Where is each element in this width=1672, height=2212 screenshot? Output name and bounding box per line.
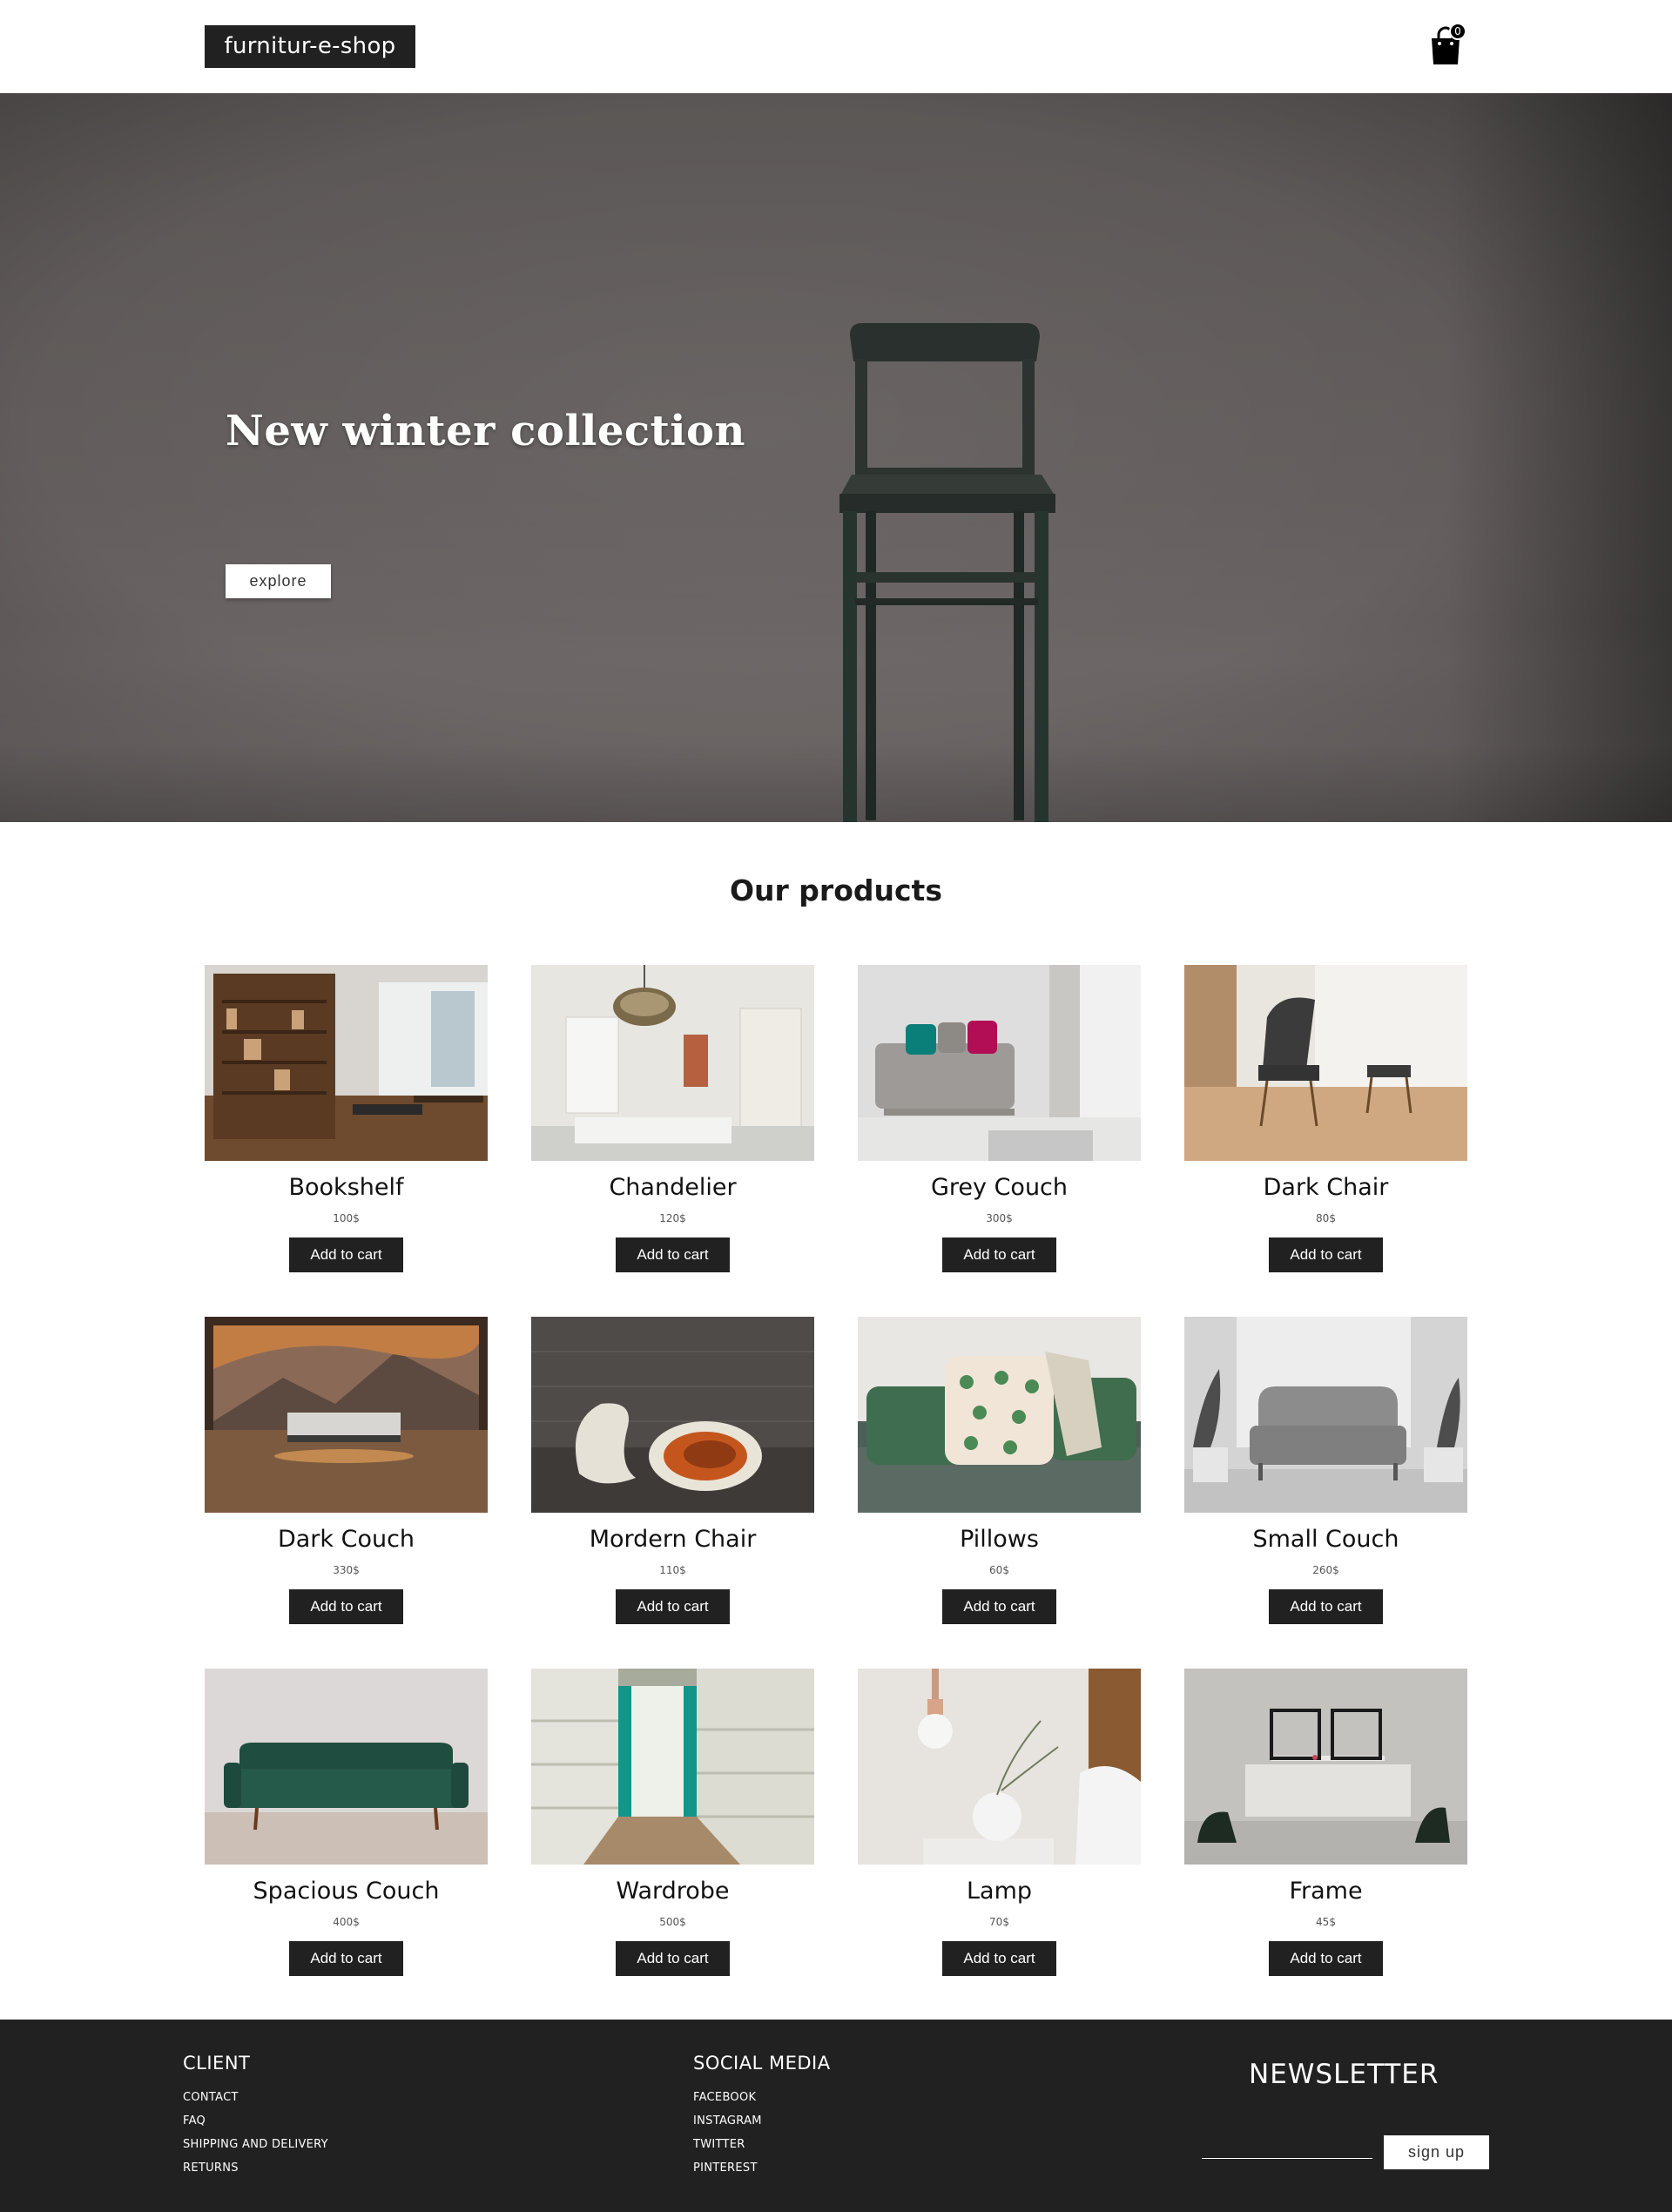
product-name: Grey Couch: [930, 1174, 1069, 1201]
product-card: Mordern Chair 110$ Add to cart: [531, 1317, 814, 1648]
product-name: Chandelier: [609, 1174, 737, 1201]
product-name: Bookshelf: [288, 1174, 404, 1201]
product-card: Chandelier 120$ Add to cart: [531, 965, 814, 1296]
product-price: 400$: [333, 1916, 360, 1928]
cart-button[interactable]: 0: [1428, 23, 1468, 66]
add-to-cart-button[interactable]: Add to cart: [616, 1589, 730, 1624]
footer-social-column: SOCIAL MEDIA FACEBOOK INSTAGRAM TWITTER …: [693, 2053, 831, 2180]
product-image-dark-couch[interactable]: [205, 1317, 488, 1513]
product-card: Pillows 60$ Add to cart: [858, 1317, 1141, 1648]
hero-chair-image: [839, 323, 1055, 822]
product-price: 260$: [1312, 1564, 1339, 1576]
product-grid: Bookshelf 100$ Add to cart Chandelier 12…: [205, 965, 1467, 1984]
product-card: Spacious Couch 400$ Add to cart: [205, 1669, 488, 2000]
footer-link-facebook[interactable]: FACEBOOK: [693, 2086, 831, 2109]
product-name: Wardrobe: [616, 1878, 730, 1905]
product-image-frame[interactable]: [1184, 1669, 1467, 1865]
footer-link-faq[interactable]: FAQ: [183, 2109, 328, 2133]
footer-link-shipping[interactable]: SHIPPING AND DELIVERY: [183, 2133, 328, 2156]
product-card: Frame 45$ Add to cart: [1184, 1669, 1467, 2000]
product-image-small-couch[interactable]: [1184, 1317, 1467, 1513]
product-price: 120$: [659, 1212, 686, 1224]
footer-social-heading: SOCIAL MEDIA: [693, 2053, 831, 2074]
product-price: 100$: [333, 1212, 360, 1224]
footer-link-contact[interactable]: CONTACT: [183, 2086, 328, 2109]
product-image-pillows[interactable]: [858, 1317, 1141, 1513]
product-name: Dark Couch: [277, 1526, 415, 1553]
add-to-cart-button[interactable]: Add to cart: [289, 1589, 403, 1624]
product-image-mordern-chair[interactable]: [531, 1317, 814, 1513]
site-header: furnitur-e-shop 0: [0, 0, 1672, 93]
add-to-cart-button[interactable]: Add to cart: [616, 1238, 730, 1272]
footer-link-pinterest[interactable]: PINTEREST: [693, 2156, 831, 2180]
product-name: Spacious Couch: [253, 1878, 440, 1905]
add-to-cart-button[interactable]: Add to cart: [289, 1238, 403, 1272]
cart-count-badge: 0: [1449, 23, 1466, 40]
product-name: Pillows: [960, 1526, 1039, 1553]
add-to-cart-button[interactable]: Add to cart: [616, 1941, 730, 1976]
product-price: 60$: [989, 1564, 1009, 1576]
product-card: Grey Couch 300$ Add to cart: [858, 965, 1141, 1296]
footer-client-heading: CLIENT: [183, 2053, 251, 2074]
explore-button[interactable]: explore: [226, 564, 331, 598]
footer-link-twitter[interactable]: TWITTER: [693, 2133, 831, 2156]
product-card: Small Couch 260$ Add to cart: [1184, 1317, 1467, 1648]
product-price: 70$: [989, 1916, 1009, 1928]
newsletter-email-input[interactable]: [1202, 2133, 1372, 2159]
hero-banner: New winter collection explore: [0, 93, 1672, 822]
footer-client-column: CLIENT CONTACT FAQ SHIPPING AND DELIVERY…: [183, 2053, 328, 2180]
product-name: Frame: [1289, 1878, 1363, 1905]
add-to-cart-button[interactable]: Add to cart: [942, 1941, 1056, 1976]
product-image-lamp[interactable]: [858, 1669, 1141, 1865]
product-name: Lamp: [966, 1878, 1033, 1905]
add-to-cart-button[interactable]: Add to cart: [1269, 1941, 1383, 1976]
newsletter-signup-button[interactable]: sign up: [1384, 2135, 1489, 2169]
add-to-cart-button[interactable]: Add to cart: [1269, 1589, 1383, 1624]
add-to-cart-button[interactable]: Add to cart: [942, 1238, 1056, 1272]
product-image-bookshelf[interactable]: [205, 965, 488, 1161]
product-image-wardrobe[interactable]: [531, 1669, 814, 1865]
newsletter-heading: NEWSLETTER: [1249, 2059, 1439, 2090]
hero-title: New winter collection: [226, 407, 745, 455]
product-image-spacious-couch[interactable]: [205, 1669, 488, 1865]
footer-link-instagram[interactable]: INSTAGRAM: [693, 2109, 831, 2133]
product-price: 110$: [659, 1564, 686, 1576]
add-to-cart-button[interactable]: Add to cart: [289, 1941, 403, 1976]
product-price: 45$: [1316, 1916, 1336, 1928]
product-name: Mordern Chair: [589, 1526, 757, 1553]
product-card: Dark Chair 80$ Add to cart: [1184, 965, 1467, 1296]
product-image-dark-chair[interactable]: [1184, 965, 1467, 1161]
footer-link-returns[interactable]: RETURNS: [183, 2156, 328, 2180]
site-logo[interactable]: furnitur-e-shop: [205, 25, 415, 68]
add-to-cart-button[interactable]: Add to cart: [942, 1589, 1056, 1624]
products-section-title: Our products: [730, 873, 942, 907]
product-card: Wardrobe 500$ Add to cart: [531, 1669, 814, 2000]
product-price: 80$: [1316, 1212, 1336, 1224]
product-card: Dark Couch 330$ Add to cart: [205, 1317, 488, 1648]
product-price: 330$: [333, 1564, 360, 1576]
product-name: Small Couch: [1252, 1526, 1399, 1553]
add-to-cart-button[interactable]: Add to cart: [1269, 1238, 1383, 1272]
product-price: 300$: [986, 1212, 1013, 1224]
product-card: Lamp 70$ Add to cart: [858, 1669, 1141, 2000]
product-image-chandelier[interactable]: [531, 965, 814, 1161]
site-footer: CLIENT CONTACT FAQ SHIPPING AND DELIVERY…: [0, 2020, 1672, 2212]
product-card: Bookshelf 100$ Add to cart: [205, 965, 488, 1296]
hero-shadow: [1446, 93, 1672, 822]
product-name: Dark Chair: [1263, 1174, 1389, 1201]
product-image-grey-couch[interactable]: [858, 965, 1141, 1161]
product-price: 500$: [659, 1916, 686, 1928]
